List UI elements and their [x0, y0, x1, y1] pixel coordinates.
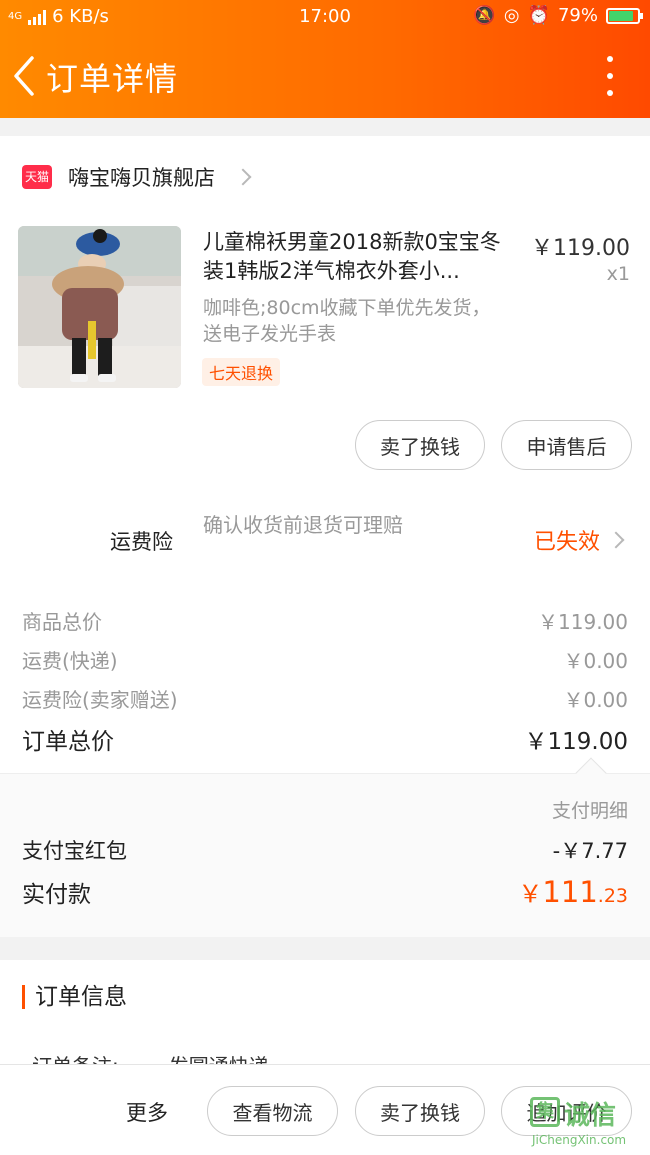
chevron-right-icon	[607, 531, 625, 549]
more-link[interactable]: 更多	[126, 1097, 168, 1127]
insurance-status[interactable]: 已失效	[533, 524, 625, 556]
order-total-label: 订单总价	[22, 729, 114, 755]
price-row-value: ￥0.00	[563, 688, 628, 712]
actual-paid-row: 实付款 ￥111.23	[22, 874, 628, 909]
lock-rotation-icon: ◎	[503, 5, 520, 26]
product-qty: x1	[606, 263, 630, 285]
price-row-value: ￥119.00	[538, 610, 628, 634]
price-row-shipping: 运费(快递) ￥0.00	[22, 645, 628, 674]
watermark: 集 诚信 JiChengXin.com	[530, 1093, 648, 1151]
watermark-url: JiChengXin.com	[532, 1133, 627, 1147]
more-menu-icon[interactable]	[600, 56, 620, 96]
sell-for-cash-button-bottom[interactable]: 卖了换钱	[355, 1086, 485, 1136]
insurance-desc: 确认收货前退货可理赔	[203, 513, 403, 537]
product-image[interactable]	[18, 226, 181, 388]
status-bar: 4G 6 KB/s 17:00 🔕 ◎ ⏰ 79%	[0, 0, 650, 34]
price-row-goods: 商品总价 ￥119.00	[22, 606, 628, 635]
currency-symbol: ￥	[518, 880, 543, 908]
redpacket-row: 支付宝红包 -￥7.77	[22, 835, 628, 865]
redpacket-label: 支付宝红包	[22, 839, 127, 863]
price-row-value: ￥0.00	[563, 649, 628, 673]
product-price: ￥119.00	[531, 236, 630, 261]
shop-name: 嗨宝嗨贝旗舰店	[68, 166, 215, 190]
order-total-value: ￥119.00	[524, 729, 628, 755]
amount-decimal: .23	[597, 885, 628, 907]
insurance-label: 运费险	[110, 530, 173, 554]
battery-percent: 79%	[557, 5, 598, 26]
view-logistics-button[interactable]: 查看物流	[207, 1086, 338, 1136]
actual-paid-amount: ￥111.23	[518, 874, 628, 909]
bell-icon: 🔕	[473, 5, 496, 26]
sell-for-cash-button[interactable]: 卖了换钱	[355, 420, 485, 470]
order-total-row: 订单总价 ￥119.00	[22, 722, 628, 756]
price-row-label: 运费险(卖家赠送)	[22, 688, 178, 712]
amount-integer: 111	[542, 875, 598, 909]
tmall-logo: 天猫	[22, 165, 52, 189]
price-row-insurance: 运费险(卖家赠送) ￥0.00	[22, 684, 628, 713]
after-sale-button[interactable]: 申请售后	[501, 420, 632, 470]
insurance-status-text: 已失效	[533, 530, 600, 555]
battery-icon	[606, 7, 643, 24]
chevron-right-icon	[234, 168, 252, 186]
shop-row[interactable]: 天猫 嗨宝嗨贝旗舰店	[22, 162, 252, 192]
return-policy-tag: 七天退换	[202, 358, 281, 386]
watermark-name: 诚信	[564, 1101, 617, 1131]
actual-paid-label: 实付款	[22, 882, 91, 908]
order-info-title: 订单信息	[22, 985, 127, 1009]
redpacket-value: -￥7.77	[552, 839, 628, 863]
page-title: 订单详情	[46, 60, 179, 98]
alarm-icon: ⏰	[527, 5, 550, 26]
nav-bar: 订单详情	[0, 42, 650, 112]
watermark-logo: 集	[530, 1097, 560, 1127]
back-arrow-icon[interactable]	[8, 52, 42, 100]
payment-detail-link[interactable]: 支付明细	[552, 796, 628, 823]
product-name[interactable]: 儿童棉袄男童2018新款0宝宝冬装1韩版2洋气棉衣外套小...	[203, 228, 513, 286]
price-row-label: 商品总价	[22, 610, 102, 634]
app-header: 4G 6 KB/s 17:00 🔕 ◎ ⏰ 79% 订单详情	[0, 0, 650, 118]
product-sku: 咖啡色;80cm收藏下单优先发货，送电子发光手表	[203, 297, 491, 345]
price-row-label: 运费(快递)	[22, 649, 118, 673]
